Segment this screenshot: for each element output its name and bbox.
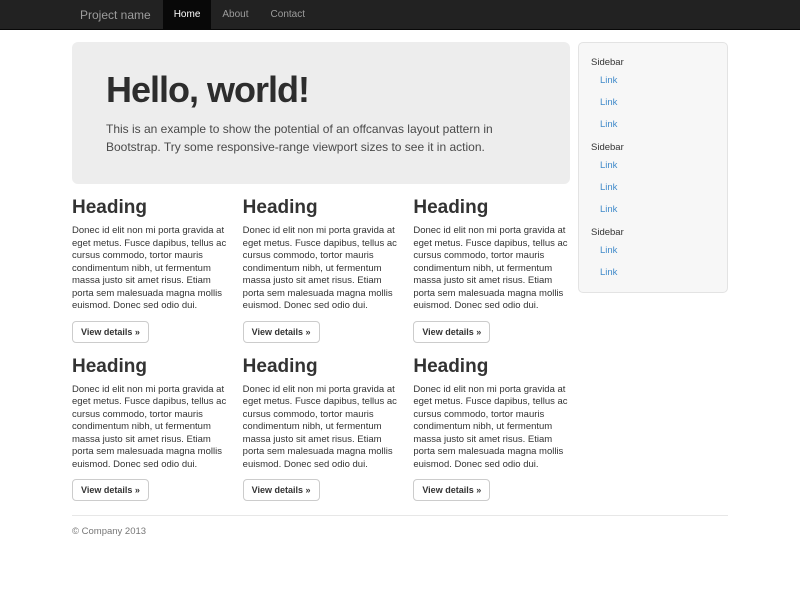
card: Heading Donec id elit non mi porta gravi…	[243, 349, 400, 502]
view-details-button[interactable]: View details »	[413, 321, 490, 343]
navbar-inner: Project name Home About Contact	[72, 0, 728, 30]
sidebar-link[interactable]: Link	[591, 177, 715, 199]
view-details-button[interactable]: View details »	[72, 479, 149, 501]
card-body-text: Donec id elit non mi porta gravida at eg…	[243, 225, 400, 313]
nav-item-about[interactable]: About	[211, 0, 259, 30]
view-details-button[interactable]: View details »	[413, 479, 490, 501]
main-column: Hello, world! This is an example to show…	[72, 30, 570, 501]
card-heading: Heading	[413, 356, 570, 378]
cards-row-1: Heading Donec id elit non mi porta gravi…	[72, 190, 570, 343]
sidebar-group-title: Sidebar	[591, 51, 715, 70]
sidebar-link[interactable]: Link	[591, 155, 715, 177]
copyright-text: © Company 2013	[72, 526, 146, 537]
page-footer: © Company 2013	[72, 515, 728, 537]
view-details-button[interactable]: View details »	[243, 479, 320, 501]
card-body-text: Donec id elit non mi porta gravida at eg…	[413, 384, 570, 472]
card-heading: Heading	[72, 197, 229, 219]
sidebar-link[interactable]: Link	[591, 114, 715, 136]
card-heading: Heading	[413, 197, 570, 219]
card: Heading Donec id elit non mi porta gravi…	[413, 349, 570, 502]
sidebar-group-title: Sidebar	[591, 136, 715, 155]
nav-item-home[interactable]: Home	[163, 0, 212, 30]
sidebar-link[interactable]: Link	[591, 240, 715, 262]
card: Heading Donec id elit non mi porta gravi…	[243, 190, 400, 343]
top-navbar: Project name Home About Contact	[0, 0, 800, 30]
content-row: Hello, world! This is an example to show…	[72, 30, 728, 501]
card-body-text: Donec id elit non mi porta gravida at eg…	[413, 225, 570, 313]
nav-item-contact[interactable]: Contact	[260, 0, 316, 30]
card-body-text: Donec id elit non mi porta gravida at eg…	[72, 225, 229, 313]
card-body-text: Donec id elit non mi porta gravida at eg…	[72, 384, 229, 472]
sidebar-link[interactable]: Link	[591, 70, 715, 92]
page-title: Hello, world!	[106, 70, 536, 110]
view-details-button[interactable]: View details »	[243, 321, 320, 343]
view-details-button[interactable]: View details »	[72, 321, 149, 343]
sidebar-panel: Sidebar Link Link Link Sidebar Link Link…	[578, 42, 728, 293]
card: Heading Donec id elit non mi porta gravi…	[72, 190, 229, 343]
card-heading: Heading	[243, 197, 400, 219]
sidebar-group-title: Sidebar	[591, 221, 715, 240]
card: Heading Donec id elit non mi porta gravi…	[413, 190, 570, 343]
card: Heading Donec id elit non mi porta gravi…	[72, 349, 229, 502]
sidebar-link[interactable]: Link	[591, 199, 715, 221]
card-heading: Heading	[72, 356, 229, 378]
navbar-brand[interactable]: Project name	[72, 0, 163, 30]
card-body-text: Donec id elit non mi porta gravida at eg…	[243, 384, 400, 472]
navbar-menu: Home About Contact	[163, 0, 316, 30]
sidebar-link[interactable]: Link	[591, 92, 715, 114]
cards-row-2: Heading Donec id elit non mi porta gravi…	[72, 349, 570, 502]
jumbotron-text: This is an example to show the potential…	[106, 120, 534, 156]
sidebar-link[interactable]: Link	[591, 262, 715, 284]
card-heading: Heading	[243, 356, 400, 378]
page-container: Hello, world! This is an example to show…	[72, 30, 728, 537]
jumbotron: Hello, world! This is an example to show…	[72, 42, 570, 184]
